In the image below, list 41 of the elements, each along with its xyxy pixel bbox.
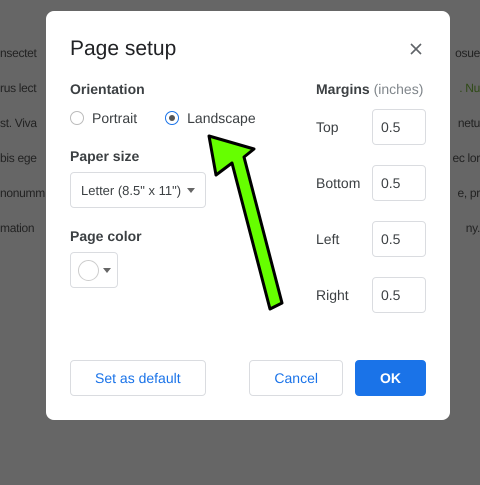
radio-button[interactable] — [70, 111, 84, 125]
margin-label: Left — [316, 231, 340, 247]
close-icon — [410, 43, 422, 55]
page-color-picker[interactable] — [70, 252, 118, 288]
document-text: e, pr — [457, 186, 480, 202]
document-text: st. Viva — [0, 116, 37, 132]
section-label: Orientation — [70, 81, 146, 97]
radio-option[interactable]: Landscape — [165, 110, 256, 126]
radio-button[interactable] — [165, 111, 180, 125]
section-label: Margins (inches) — [316, 81, 424, 97]
margin-label: Top — [316, 119, 339, 135]
margin-label: Bottom — [316, 175, 360, 191]
document-text: netu — [458, 116, 480, 132]
paper-size-dropdown[interactable]: Letter (8.5" x 11") — [70, 172, 206, 208]
cancel-button[interactable]: Cancel — [249, 360, 343, 396]
margin-label: Right — [316, 287, 349, 303]
margin-input[interactable]: 0.5 — [372, 277, 426, 313]
document-text: ec lor — [452, 151, 480, 167]
document-text: nonumm — [0, 186, 45, 202]
margin-input[interactable]: 0.5 — [372, 221, 426, 257]
radio-label: Landscape — [187, 110, 256, 126]
document-text: osue — [455, 46, 480, 62]
caret-icon — [187, 188, 195, 192]
margin-input[interactable]: 0.5 — [372, 165, 426, 201]
document-text: bis ege — [0, 151, 37, 167]
section-label: Page color — [70, 228, 143, 244]
radio-label: Portrait — [92, 110, 138, 126]
document-text: rus lect — [0, 81, 36, 97]
set-default-button[interactable]: Set as default — [70, 360, 206, 396]
color-swatch — [78, 260, 98, 280]
document-text: ny. — [466, 221, 480, 237]
dropdown-value: Letter (8.5" x 11") — [81, 182, 182, 198]
document-text: mation — [0, 221, 34, 237]
caret-icon — [102, 268, 110, 272]
document-text: . Nu — [459, 81, 480, 97]
dialog-title: Page setup — [70, 37, 176, 61]
radio-option[interactable]: Portrait — [70, 110, 138, 126]
document-text: nsectet — [0, 46, 37, 62]
ok-button[interactable]: OK — [355, 360, 426, 396]
margin-input[interactable]: 0.5 — [372, 109, 426, 145]
section-label: Paper size — [70, 148, 140, 164]
